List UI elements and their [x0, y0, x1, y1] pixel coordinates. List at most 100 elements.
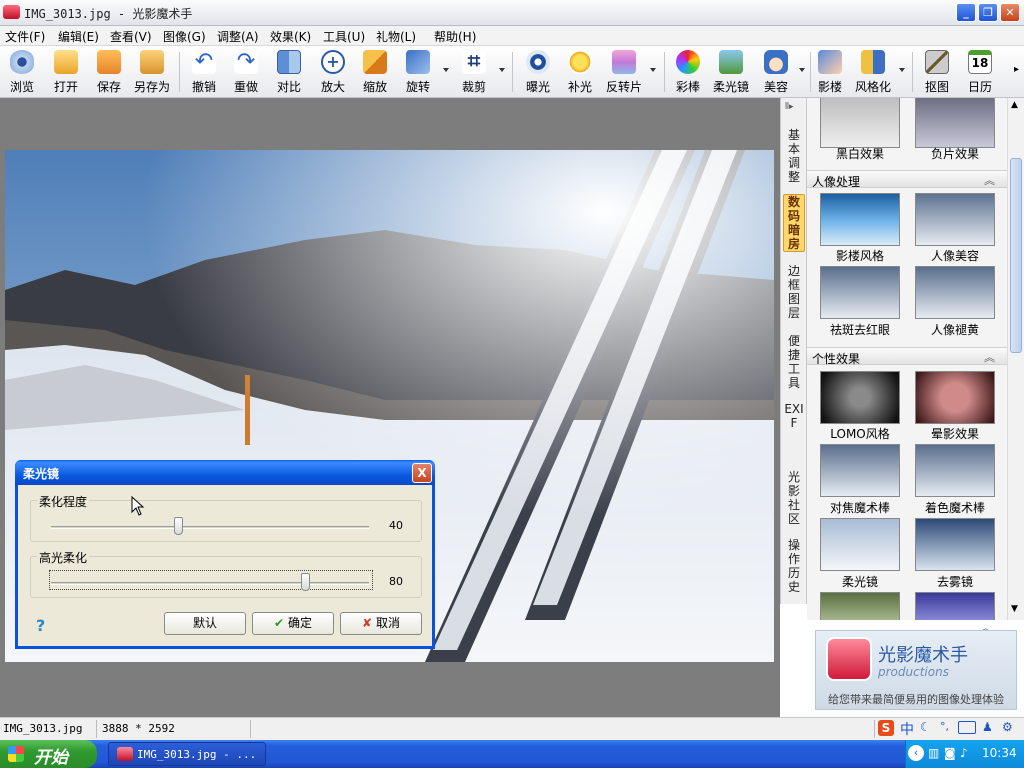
- highlight-soften-slider-track[interactable]: [51, 582, 369, 585]
- effect-label-soft-lens[interactable]: 柔光镜: [812, 573, 908, 590]
- tab-history[interactable]: 操作历史: [783, 538, 805, 594]
- effect-thumb-focus-wand[interactable]: [820, 444, 900, 497]
- softness-slider-track[interactable]: [51, 526, 369, 529]
- highlight-soften-slider-thumb[interactable]: [301, 573, 311, 591]
- reversal-film-dropdown[interactable]: [650, 68, 656, 72]
- save-button[interactable]: 保存: [91, 48, 127, 96]
- color-wand-button[interactable]: 彩棒: [670, 48, 706, 96]
- redo-button[interactable]: ↷ 重做: [228, 48, 264, 96]
- rotate-button[interactable]: 旋转: [400, 48, 436, 96]
- effect-label-bw[interactable]: 黑白效果: [812, 145, 908, 162]
- tray-security-icon[interactable]: ◙: [944, 746, 956, 760]
- rotate-dropdown[interactable]: [443, 68, 449, 72]
- effect-label-color-wand[interactable]: 着色魔术棒: [907, 499, 1003, 516]
- soft-lens-button[interactable]: 柔光镜: [710, 48, 752, 96]
- effect-label-defog[interactable]: 去雾镜: [907, 573, 1003, 590]
- reversal-film-button[interactable]: 反转片: [602, 48, 646, 96]
- menu-tools[interactable]: 工具(U): [323, 28, 365, 45]
- start-button[interactable]: 开始: [0, 740, 97, 768]
- effect-thumb-bw[interactable]: [820, 98, 900, 148]
- effect-label-lomo[interactable]: LOMO风格: [812, 425, 908, 442]
- effect-label-negative[interactable]: 负片效果: [907, 145, 1003, 162]
- sogou-ime-icon[interactable]: S: [878, 720, 894, 736]
- ime-moon-icon[interactable]: ☾: [920, 720, 931, 734]
- effect-label-red-eye[interactable]: 祛斑去红眼: [812, 321, 908, 338]
- menu-image[interactable]: 图像(G): [163, 28, 206, 45]
- ok-button[interactable]: ✔ 确定: [252, 612, 334, 635]
- effect-label-studio[interactable]: 影楼风格: [812, 247, 908, 264]
- help-icon[interactable]: ?: [36, 616, 45, 635]
- effect-label-portrait-beauty[interactable]: 人像美容: [907, 247, 1003, 264]
- section-portrait[interactable]: 人像处理 ︽: [807, 170, 1007, 189]
- scrollbar-thumb[interactable]: [1010, 158, 1022, 353]
- collapse-icon[interactable]: ︽: [984, 172, 995, 188]
- softness-slider-thumb[interactable]: [174, 517, 184, 535]
- dialog-title-bar[interactable]: 柔光镜 X: [15, 460, 435, 485]
- collapse-icon[interactable]: ︽: [984, 349, 995, 365]
- undo-button[interactable]: ↶ 撤销: [186, 48, 222, 96]
- section-personal-effects[interactable]: 个性效果 ︽: [807, 347, 1007, 366]
- tab-basic-adjust[interactable]: 基本调整: [783, 128, 805, 184]
- cutout-button[interactable]: 抠图: [920, 48, 954, 96]
- menu-help[interactable]: 帮助(H): [434, 28, 476, 45]
- ime-punct-icon[interactable]: °,: [940, 720, 949, 733]
- effect-thumb-negative[interactable]: [915, 98, 995, 148]
- open-button[interactable]: 打开: [48, 48, 84, 96]
- menu-edit[interactable]: 编辑(E): [58, 28, 99, 45]
- stylize-button[interactable]: 风格化: [852, 48, 894, 96]
- save-as-button[interactable]: 另存为: [131, 48, 173, 96]
- effect-thumb-lomo[interactable]: [820, 371, 900, 424]
- clock[interactable]: 10:34: [982, 746, 1017, 760]
- collapse-panel-icon[interactable]: ⦀▸: [785, 102, 793, 112]
- ime-mode-label[interactable]: 中: [900, 719, 914, 739]
- dialog-close-button[interactable]: X: [412, 463, 432, 483]
- close-window-button[interactable]: ✕: [1000, 3, 1020, 22]
- effect-thumb-de-yellow[interactable]: [915, 266, 995, 319]
- scroll-down-icon[interactable]: ▼: [1011, 604, 1018, 614]
- tab-digital-darkroom[interactable]: 数码暗房: [783, 194, 805, 252]
- tab-exif[interactable]: EXIF: [783, 402, 805, 430]
- effect-thumb-red-eye[interactable]: [820, 266, 900, 319]
- studio-button[interactable]: 影楼: [814, 48, 846, 96]
- effect-thumb-color-wand[interactable]: [915, 444, 995, 497]
- menu-effect[interactable]: 效果(K): [270, 28, 311, 45]
- tray-network-icon[interactable]: ▥: [928, 746, 939, 760]
- ime-user-icon[interactable]: ♟: [982, 720, 993, 734]
- ime-keyboard-icon[interactable]: [958, 721, 976, 734]
- stylize-dropdown[interactable]: [899, 68, 905, 72]
- browse-button[interactable]: 浏览: [4, 48, 40, 96]
- calendar-button[interactable]: 18 日历: [962, 48, 998, 96]
- ime-settings-icon[interactable]: ⚙: [1002, 720, 1013, 734]
- crop-dropdown[interactable]: [499, 68, 505, 72]
- tab-border-layer[interactable]: 边框图层: [783, 264, 805, 320]
- menu-file[interactable]: 文件(F): [5, 28, 45, 45]
- scroll-up-icon[interactable]: ▲: [1011, 100, 1018, 110]
- effect-thumb-defog[interactable]: [915, 518, 995, 571]
- tray-expand-icon[interactable]: ‹: [908, 745, 924, 761]
- tab-quick-tools[interactable]: 便捷工具: [783, 334, 805, 390]
- maximize-button[interactable]: ❐: [978, 3, 998, 22]
- default-button[interactable]: 默认: [164, 612, 246, 635]
- taskbar-item-app[interactable]: IMG_3013.jpg - ...: [108, 742, 266, 766]
- menu-view[interactable]: 查看(V): [110, 28, 152, 45]
- exposure-button[interactable]: 曝光: [520, 48, 556, 96]
- resize-button[interactable]: 缩放: [357, 48, 393, 96]
- menu-adjust[interactable]: 调整(A): [217, 28, 259, 45]
- compare-button[interactable]: 对比: [271, 48, 307, 96]
- effect-thumb-soft-lens[interactable]: [820, 518, 900, 571]
- effect-thumb-portrait-beauty[interactable]: [915, 193, 995, 246]
- cancel-button[interactable]: ✘ 取消: [340, 612, 422, 635]
- toolbar-overflow-icon[interactable]: ▸: [1014, 64, 1019, 75]
- zoom-in-button[interactable]: + 放大: [315, 48, 351, 96]
- effect-thumb-more-2[interactable]: [915, 592, 995, 620]
- crop-button[interactable]: ⌗ 裁剪: [456, 48, 492, 96]
- effect-thumb-vignette[interactable]: [915, 371, 995, 424]
- effect-label-vignette[interactable]: 晕影效果: [907, 425, 1003, 442]
- beauty-dropdown[interactable]: [799, 68, 805, 72]
- beauty-button[interactable]: 美容: [758, 48, 794, 96]
- effect-label-focus-wand[interactable]: 对焦魔术棒: [812, 499, 908, 516]
- tray-volume-icon[interactable]: ♪: [960, 746, 968, 760]
- minimize-button[interactable]: _: [956, 3, 976, 22]
- effect-thumb-more[interactable]: [820, 592, 900, 620]
- fill-light-button[interactable]: 补光: [562, 48, 598, 96]
